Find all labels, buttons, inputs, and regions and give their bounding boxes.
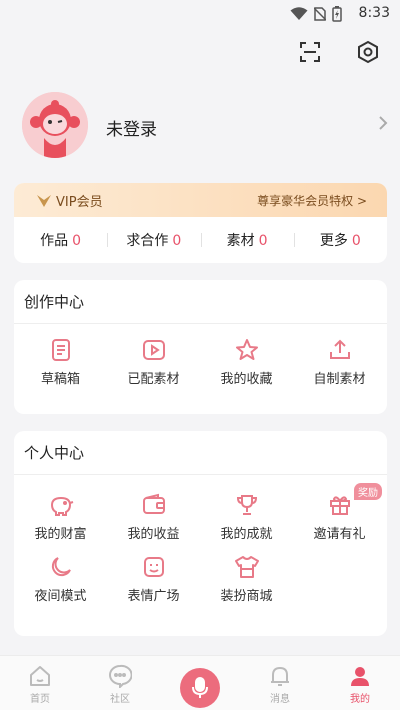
tab-messages[interactable]: 消息 <box>240 656 320 710</box>
tab-community[interactable]: 社区 <box>80 656 160 710</box>
personal-center-title: 个人中心 <box>14 431 387 475</box>
reward-badge: 奖励 <box>354 483 382 500</box>
item-label: 邀请有礼 <box>313 527 366 542</box>
my-achievements-button[interactable]: 我的成就 <box>200 479 293 549</box>
night-mode-button[interactable]: 夜间模式 <box>14 549 107 619</box>
mic-icon[interactable] <box>180 668 220 708</box>
item-label: 我的财富 <box>34 527 87 542</box>
tab-me[interactable]: 我的 <box>320 656 400 710</box>
tab-label: 消息 <box>270 694 290 705</box>
settings-icon[interactable] <box>354 38 382 66</box>
top-actions <box>296 38 382 66</box>
vip-text: VIP会员 <box>56 195 103 210</box>
status-icons <box>290 6 342 22</box>
gift-icon <box>329 496 350 515</box>
stats-row: 作品 0 求合作 0 素材 0 更多 0 <box>14 217 387 263</box>
item-label: 我的成就 <box>220 527 273 542</box>
personal-center-card: 个人中心 我的财富 我的收益 我的成就 奖励 邀请有礼 夜间模式 表情广场 装扮… <box>14 431 387 636</box>
status-bar: 8:33 <box>0 0 400 28</box>
tab-label: 首页 <box>30 694 50 705</box>
favorites-button[interactable]: 我的收藏 <box>200 324 293 394</box>
tab-label: 社区 <box>110 694 130 705</box>
draft-icon <box>51 339 70 361</box>
drafts-button[interactable]: 草稿箱 <box>14 324 107 394</box>
emoji-square-button[interactable]: 表情广场 <box>107 549 200 619</box>
vip-label: VIP会员 <box>36 191 103 210</box>
stat-value: 0 <box>172 233 182 249</box>
tab-label: 我的 <box>350 694 370 705</box>
stat-value: 0 <box>72 233 82 249</box>
creation-center-title: 创作中心 <box>14 280 387 324</box>
battery-icon <box>332 6 342 22</box>
my-wealth-button[interactable]: 我的财富 <box>14 479 107 549</box>
vip-banner[interactable]: VIP会员 尊享豪华会员特权 > <box>14 183 387 217</box>
star-icon <box>235 339 258 360</box>
creation-row: 草稿箱 已配素材 我的收藏 自制素材 <box>14 324 387 394</box>
item-label: 表情广场 <box>127 589 180 604</box>
status-time: 8:33 <box>358 5 390 21</box>
user-icon <box>351 667 369 686</box>
stat-value: 0 <box>258 233 268 249</box>
home-icon <box>30 666 50 686</box>
profile-row[interactable]: 未登录 <box>0 92 400 162</box>
piggy-bank-icon <box>50 496 73 516</box>
vip-card: VIP会员 尊享豪华会员特权 > 作品 0 求合作 0 素材 0 更多 0 <box>14 183 387 263</box>
shirt-icon <box>234 556 259 578</box>
stat-value: 0 <box>351 233 361 249</box>
wifi-icon <box>290 7 308 20</box>
upload-icon <box>329 339 350 359</box>
item-label: 我的收藏 <box>220 372 273 387</box>
stat-works[interactable]: 作品 0 <box>14 230 107 250</box>
stat-label: 素材 <box>226 233 255 249</box>
play-icon <box>142 340 165 360</box>
wallet-icon <box>142 493 165 514</box>
emoji-icon <box>143 557 164 577</box>
stat-materials[interactable]: 素材 0 <box>200 230 294 250</box>
no-sim-icon <box>314 7 326 21</box>
item-label: 夜间模式 <box>34 589 87 604</box>
item-label: 装扮商城 <box>220 589 273 604</box>
my-earnings-button[interactable]: 我的收益 <box>107 479 200 549</box>
stat-collab[interactable]: 求合作 0 <box>107 230 200 250</box>
monkey-avatar-icon[interactable] <box>22 92 88 158</box>
scan-icon[interactable] <box>296 38 324 66</box>
invite-rewards-button[interactable]: 奖励 邀请有礼 <box>293 479 386 549</box>
tab-record[interactable] <box>160 656 240 710</box>
stat-label: 更多 <box>319 233 348 249</box>
dress-up-mall-button[interactable]: 装扮商城 <box>200 549 293 619</box>
item-label: 自制素材 <box>313 372 366 387</box>
vip-v-icon <box>37 194 51 207</box>
item-label: 已配素材 <box>127 372 180 387</box>
moon-icon <box>51 557 71 577</box>
bottom-tab-bar: 首页 社区 消息 我的 <box>0 655 400 710</box>
stat-label: 作品 <box>40 233 69 249</box>
item-label: 我的收益 <box>127 527 180 542</box>
item-label: 草稿箱 <box>40 372 80 387</box>
trophy-icon <box>236 495 257 515</box>
stat-more[interactable]: 更多 0 <box>293 230 387 250</box>
creation-center-card: 创作中心 草稿箱 已配素材 我的收藏 自制素材 <box>14 280 387 414</box>
personal-row-1: 我的财富 我的收益 我的成就 奖励 邀请有礼 <box>14 479 387 549</box>
login-status: 未登录 <box>106 120 157 140</box>
stat-label: 求合作 <box>126 233 169 249</box>
community-icon <box>109 664 132 688</box>
tab-home[interactable]: 首页 <box>0 656 80 710</box>
bell-icon <box>271 666 289 686</box>
custom-materials-button[interactable]: 自制素材 <box>293 324 386 394</box>
vip-privilege-link[interactable]: 尊享豪华会员特权 > <box>257 192 367 209</box>
personal-row-2: 夜间模式 表情广场 装扮商城 <box>14 549 387 619</box>
matched-materials-button[interactable]: 已配素材 <box>107 324 200 394</box>
chevron-right-icon <box>379 116 388 130</box>
